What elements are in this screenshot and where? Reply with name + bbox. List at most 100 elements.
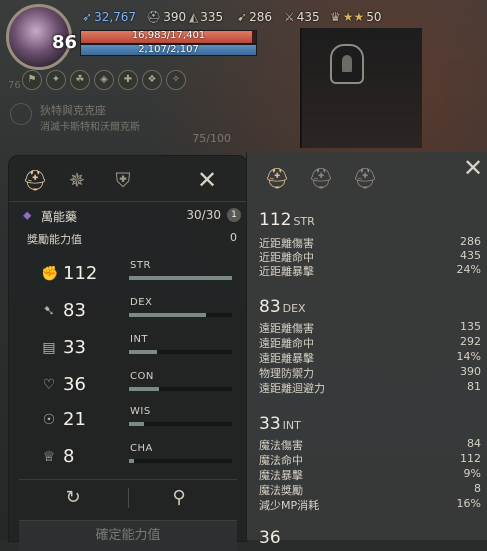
detail-key: 魔法暴擊 [259, 469, 303, 482]
stat-bar-fill [129, 459, 135, 463]
stat-bar [129, 313, 232, 317]
section-value: 112 [259, 210, 292, 230]
detail-row: 魔法命中 112 [259, 452, 481, 467]
elixir-row: ⬥ 萬能藥 30/30 1 [23, 206, 243, 226]
detail-value: 8 [474, 482, 481, 495]
stat-value: 83 [63, 300, 86, 321]
buff-icon[interactable]: ❖ [142, 70, 162, 90]
detail-value: 16% [456, 497, 481, 510]
detail-value: 9% [463, 467, 481, 480]
section-value: 83 [259, 297, 281, 317]
stat-row-con[interactable]: ♡ 36 CON [29, 367, 239, 407]
stat-name: INT [130, 334, 149, 345]
tab-compass-icon[interactable]: ✵ [63, 166, 91, 194]
detail-value: 286 [460, 235, 481, 248]
quest-desc: 消滅卡斯特和沃爾克斯 [40, 122, 140, 133]
crown-icon: ♕ [42, 449, 56, 465]
stat-panel-tabs: ⛑ ✵ ⛨ ✕ [9, 156, 247, 200]
stat-row-dex[interactable]: ➷ 83 DEX [29, 293, 239, 333]
bonus-points-label: 獎勵能力值 [27, 233, 82, 246]
detail-row: 遠距離暴擊 14% [259, 350, 481, 365]
stat-row-str[interactable]: ✊ 112 STR [29, 256, 239, 296]
stat-name: WIS [130, 406, 151, 417]
divider [19, 479, 237, 480]
stat-bar [129, 276, 232, 280]
close-icon[interactable]: ✕ [195, 168, 219, 192]
detail-key: 遠距離命中 [259, 337, 314, 350]
currency-gold: ➶ 32,767 [82, 10, 137, 24]
close-icon[interactable]: ✕ [461, 156, 485, 180]
elixir-info-badge[interactable]: 1 [227, 208, 241, 222]
detail-row: 近距離命中 435 [259, 249, 481, 264]
detail-row: 遠距離命中 292 [259, 335, 481, 350]
stat-bar-fill [129, 313, 207, 317]
buff-icon[interactable]: ⚑ [22, 70, 42, 90]
detail-row: 遠距離傷害 135 [259, 320, 481, 335]
detail-row: 魔法暴擊 9% [259, 467, 481, 482]
section-header-int: 33 INT [259, 414, 459, 436]
head-icon: ☉ [42, 412, 56, 428]
stat-bar-fill [129, 422, 145, 426]
buff-icon[interactable]: ◈ [94, 70, 114, 90]
detail-value: 24% [456, 263, 481, 276]
trophy-icon: ♛ [330, 10, 341, 24]
sword-icon: ⚔ [284, 10, 295, 24]
resource-counter-4: ➹ 286 [237, 10, 272, 24]
stat-row-cha[interactable]: ♕ 8 CHA [29, 439, 239, 479]
stat-bar-fill [129, 276, 232, 280]
section-name: STR [293, 215, 315, 228]
reset-icon[interactable]: ↻ [61, 486, 85, 510]
buff-timer: 76 [8, 80, 21, 91]
stat-detail-panel: ⛑ ⛑ ⛑ ✕ 112 STR 近距離傷害 286 近距離命中 435 近距離暴擊 24… [246, 152, 487, 548]
stat-bar-fill [129, 350, 157, 354]
quest-progress: 75/100 [192, 132, 231, 145]
hat-icon: ◭ [189, 10, 199, 24]
detail-key: 近距離暴擊 [259, 265, 314, 278]
tab-shield-icon[interactable]: ⛨ [109, 166, 137, 194]
stat-row-wis[interactable]: ☉ 21 WIS [29, 402, 239, 442]
tab-helmet-icon[interactable]: ⛑ [263, 164, 291, 192]
section-name: DEX [282, 302, 306, 315]
mp-text: 2,107/2,107 [138, 44, 199, 55]
section-name: INT [282, 419, 301, 432]
detail-key: 減少MP消耗 [259, 499, 320, 512]
magnifier-icon[interactable]: ⚲ [167, 486, 191, 510]
stat-bar [129, 459, 232, 463]
detail-key: 物理防禦力 [259, 367, 314, 380]
section-header-con: 36 [259, 528, 459, 550]
stars-icon: ★★ [342, 10, 365, 24]
tab-helmet-3-icon[interactable]: ⛑ [351, 164, 379, 192]
buff-icon[interactable]: ✧ [166, 70, 186, 90]
potion-icon: ⬥ [23, 208, 32, 222]
stat-value: 112 [63, 263, 98, 284]
book-icon: ▤ [42, 340, 56, 356]
divider [9, 201, 247, 202]
dungeon-wall [300, 28, 422, 148]
section-header-dex: 83 DEX [259, 297, 459, 319]
detail-key: 遠距離傷害 [259, 322, 314, 335]
character-level: 86 [52, 32, 78, 53]
detail-value: 81 [467, 380, 481, 393]
mp-bar: 2,107/2,107 [80, 44, 257, 56]
buff-icon[interactable]: ✚ [118, 70, 138, 90]
resource-counter-3: ◭ 335 [189, 10, 224, 24]
quest-tracker[interactable]: 狄特與克克座 消滅卡斯特和沃爾克斯 75/100 [28, 102, 243, 145]
detail-value: 84 [467, 437, 481, 450]
stat-value: 36 [63, 374, 86, 395]
stat-name: CON [130, 371, 154, 382]
buff-icon[interactable]: ☘ [70, 70, 90, 90]
detail-row: 減少MP消耗 16% [259, 497, 481, 512]
detail-row: 魔法獎勵 8 [259, 482, 481, 497]
detail-key: 遠距離迴避力 [259, 382, 325, 395]
buff-icon[interactable]: ✦ [46, 70, 66, 90]
confirm-stats-button[interactable]: 確定能力值 [19, 520, 237, 551]
tab-stats-helmet-icon[interactable]: ⛑ [21, 166, 49, 194]
stat-bar [129, 387, 232, 391]
stat-row-int[interactable]: ▤ 33 INT [29, 330, 239, 370]
detail-key: 遠距離暴擊 [259, 352, 314, 365]
detail-value: 292 [460, 335, 481, 348]
heart-icon: ♡ [42, 377, 56, 393]
tab-helmet-2-icon[interactable]: ⛑ [307, 164, 335, 192]
door-icon[interactable] [330, 44, 364, 84]
fist-icon: ✊ [41, 266, 59, 282]
